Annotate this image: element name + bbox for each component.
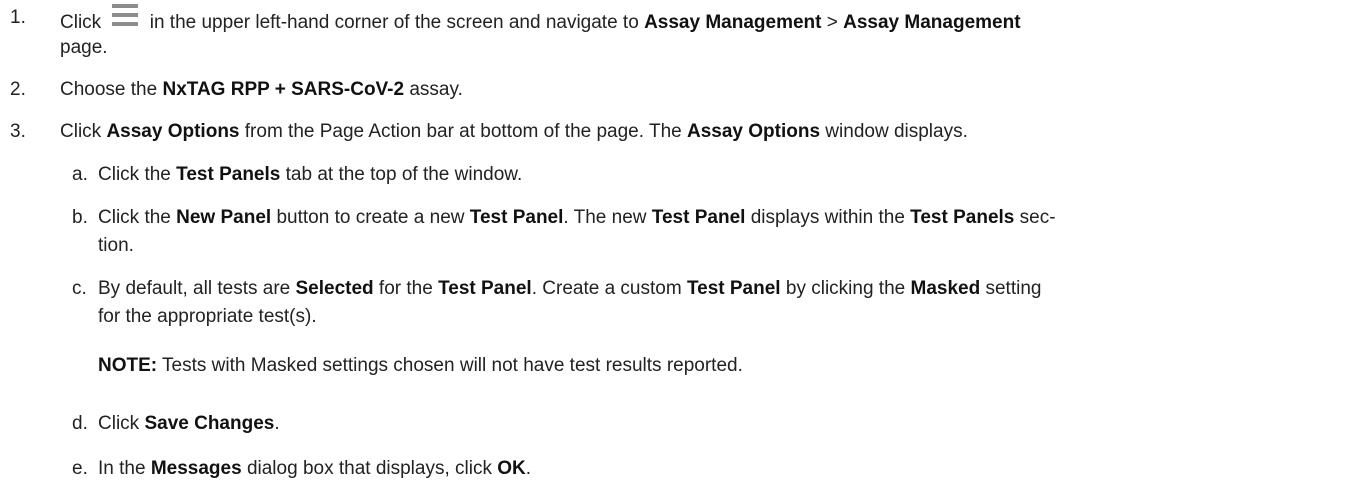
ui-term-masked: Masked	[910, 278, 981, 299]
substep-text: In the Messages dialog box that displays…	[98, 455, 1343, 483]
ui-term-test-panel: Test Panel	[438, 278, 532, 299]
substep-letter: b.	[72, 207, 88, 228]
ui-term-test-panels: Test Panels	[910, 207, 1015, 228]
step-text-segment: displays within the	[745, 207, 911, 228]
step-text-segment: Click the	[98, 164, 177, 185]
hamburger-menu-icon	[112, 4, 139, 34]
note-text: Tests with Masked settings chosen will n…	[157, 355, 743, 376]
ui-term-assay-management: Assay Management	[644, 12, 822, 33]
ui-term-save-changes: Save Changes	[144, 413, 275, 434]
substep-letter: e.	[72, 458, 88, 479]
ui-term-selected: Selected	[295, 278, 374, 299]
step-text-segment: Click	[98, 413, 145, 434]
note: NOTE: Tests with Masked settings chosen …	[98, 352, 1338, 380]
step-text-segment: In the	[98, 458, 151, 479]
step-text-segment: by clicking the	[780, 278, 911, 299]
step-text-segment: . The new	[563, 207, 652, 228]
step-text-segment: .	[274, 413, 280, 434]
step-text-segment: Click	[60, 121, 107, 142]
step-text-segment: .	[525, 458, 532, 479]
substep-letter: d.	[72, 413, 88, 434]
step-text-segment: . Create a custom	[531, 278, 687, 299]
ui-term-test-panels-tab: Test Panels	[176, 164, 281, 185]
substep-letter: a.	[72, 164, 88, 185]
ui-term-messages: Messages	[150, 458, 242, 479]
ui-term-test-panel: Test Panel	[686, 278, 781, 299]
ui-term-new-panel: New Panel	[176, 207, 272, 228]
step-text-segment: tion.	[98, 235, 134, 256]
step-text-segment: >	[821, 12, 844, 33]
ui-term-assay-options-window: Assay Options	[686, 121, 821, 142]
step-text-segment: Click the	[98, 207, 177, 228]
ui-term-ok: OK	[497, 458, 526, 479]
step-text-segment: tab at the top of the window.	[280, 164, 523, 185]
substep-text: Click Save Changes.	[98, 410, 1343, 438]
instruction-document: 1. Click in the upper left-hand corner o…	[0, 0, 1349, 504]
substep-text: Click the New Panel button to create a n…	[98, 204, 1343, 232]
substep-text: Click the Test Panels tab at the top of …	[98, 161, 1343, 189]
step-text-segment: By default, all tests are	[98, 278, 296, 299]
step-text-segment: assay.	[404, 79, 463, 100]
step-text-segment: window displays.	[820, 121, 968, 142]
step-text-segment: for the	[373, 278, 439, 299]
step-text-segment: sec-	[1014, 207, 1056, 228]
ui-term-assay-options: Assay Options	[106, 121, 240, 142]
step-text-segment: Choose the	[60, 79, 163, 100]
ui-term-test-panel: Test Panel	[651, 207, 746, 228]
substep-letter: c.	[72, 278, 87, 299]
step-text-segment: button to create a new	[271, 207, 470, 228]
note-label: NOTE:	[98, 355, 158, 376]
step-text-segment: in the upper left-hand corner of the scr…	[144, 12, 645, 33]
ui-term-test-panel: Test Panel	[469, 207, 564, 228]
step-text: Click Assay Options from the Page Action…	[60, 118, 1340, 146]
step-text-segment: setting	[980, 278, 1042, 299]
step-text-segment: from the Page Action bar at bottom of th…	[239, 121, 687, 142]
step-text: Click in the upper left-hand corner of t…	[60, 4, 1340, 37]
assay-name: NxTAG RPP + SARS-CoV-2	[162, 79, 405, 100]
step-number: 2.	[10, 79, 26, 100]
step-number: 1.	[10, 7, 26, 28]
step-text-segment: Click	[60, 12, 107, 33]
step-text-segment: dialog box that displays, click	[241, 458, 498, 479]
ui-term-assay-management-page: Assay Management	[843, 12, 1021, 33]
step-text-segment: for the appropriate test(s).	[98, 306, 317, 327]
substep-text: By default, all tests are Selected for t…	[98, 275, 1343, 303]
step-text: Choose the NxTAG RPP + SARS-CoV-2 assay.	[60, 76, 1340, 104]
step-number: 3.	[10, 121, 26, 142]
step-text-segment: page.	[60, 37, 108, 58]
